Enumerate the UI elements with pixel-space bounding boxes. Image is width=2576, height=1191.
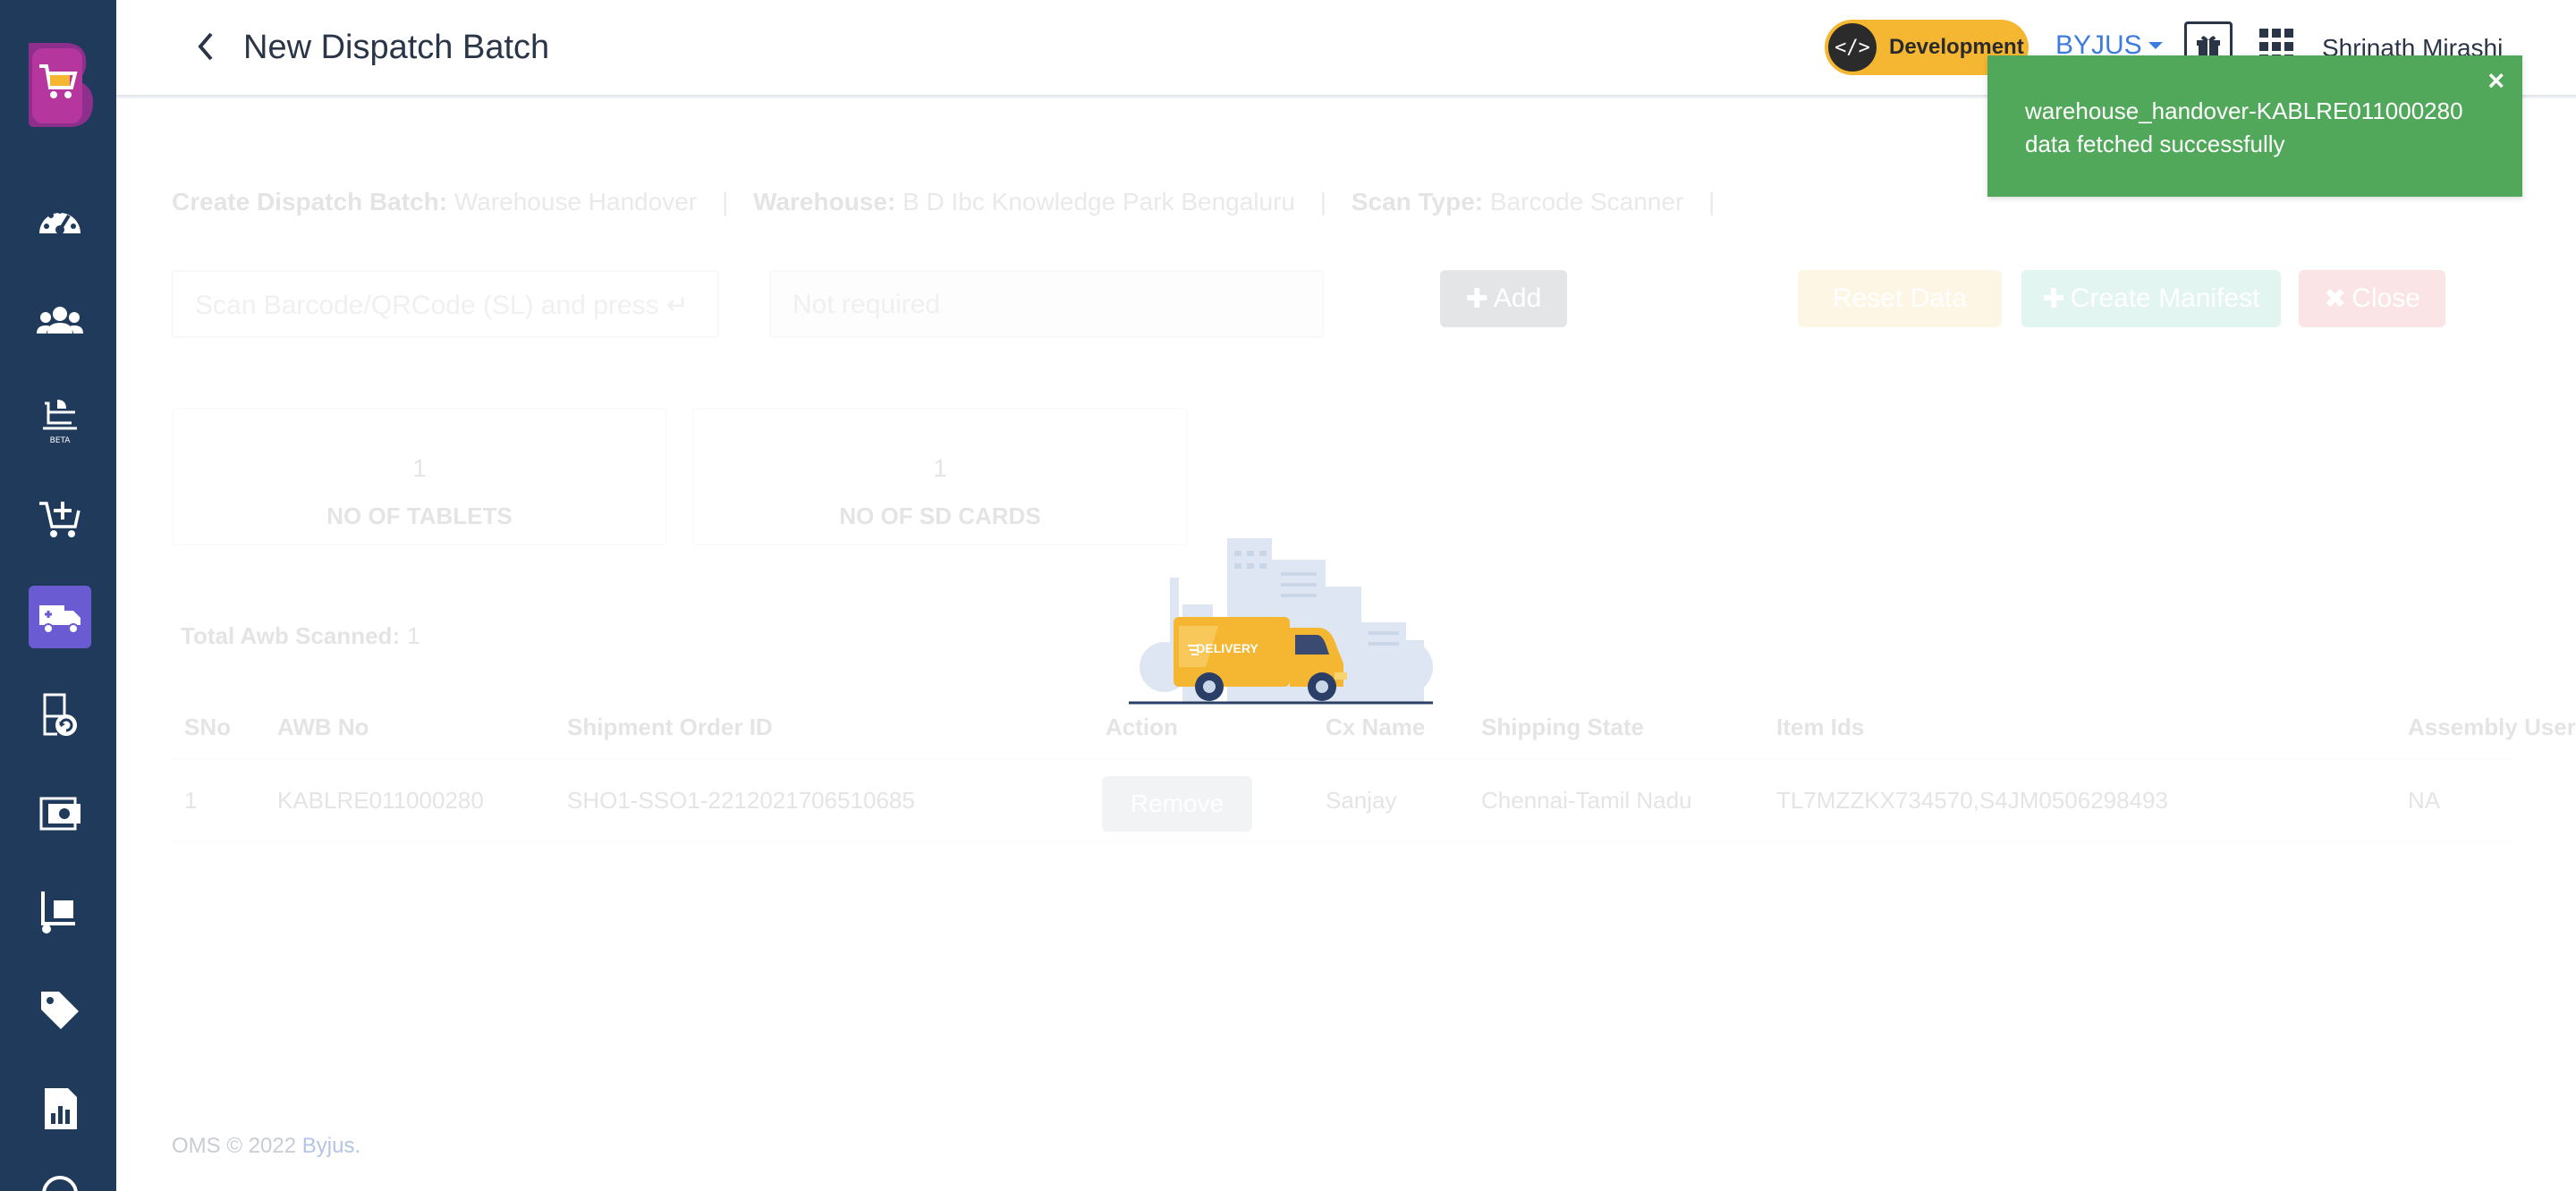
footer: OMS © 2022 Byjus. xyxy=(172,1134,360,1159)
cart-add-icon xyxy=(39,502,80,537)
footer-brand-link[interactable]: Byjus. xyxy=(302,1134,360,1158)
dashboard-icon xyxy=(39,208,80,234)
nav-dolly[interactable] xyxy=(29,881,91,943)
nav-returns[interactable] xyxy=(29,684,91,747)
beta-chef-icon: BETA xyxy=(43,400,77,444)
nav-dashboard[interactable] xyxy=(29,192,91,255)
payment-icon xyxy=(39,797,80,831)
nav-tags[interactable] xyxy=(29,979,91,1042)
nav-users[interactable] xyxy=(29,291,91,353)
app-logo[interactable] xyxy=(20,39,95,129)
tag-icon xyxy=(41,992,79,1029)
nav-cart[interactable] xyxy=(29,487,91,550)
nav-dispatch[interactable] xyxy=(29,586,91,648)
circle-icon xyxy=(42,1176,78,1191)
sidebar: BETA xyxy=(0,0,116,1191)
dispatch-truck-icon xyxy=(39,605,80,634)
nav-beta[interactable]: BETA xyxy=(29,389,91,452)
delivery-truck-icon: DELIVERY xyxy=(1129,538,1433,705)
nav-payments[interactable] xyxy=(29,782,91,845)
users-icon xyxy=(37,307,83,334)
code-icon: </> xyxy=(1828,23,1877,72)
dolly-icon xyxy=(41,891,75,933)
chevron-left-icon xyxy=(198,32,213,61)
caret-down-icon xyxy=(2148,42,2163,49)
page-title: New Dispatch Batch xyxy=(243,29,550,66)
success-toast: warehouse_handover-KABLRE011000280 data … xyxy=(1987,55,2522,197)
footer-copyright: OMS © 2022 xyxy=(172,1134,297,1158)
toast-close-button[interactable]: × xyxy=(2487,64,2504,97)
return-box-icon xyxy=(43,693,77,736)
svg-text:BETA: BETA xyxy=(50,436,72,444)
report-icon xyxy=(45,1088,77,1129)
toast-message: warehouse_handover-KABLRE011000280 data … xyxy=(2025,97,2463,157)
nav-more[interactable] xyxy=(29,1162,91,1191)
nav-reports[interactable] xyxy=(29,1077,91,1140)
back-button[interactable] xyxy=(184,25,227,68)
truck-label: DELIVERY xyxy=(1196,641,1258,655)
delivery-truck-loader: DELIVERY xyxy=(1129,533,1442,712)
